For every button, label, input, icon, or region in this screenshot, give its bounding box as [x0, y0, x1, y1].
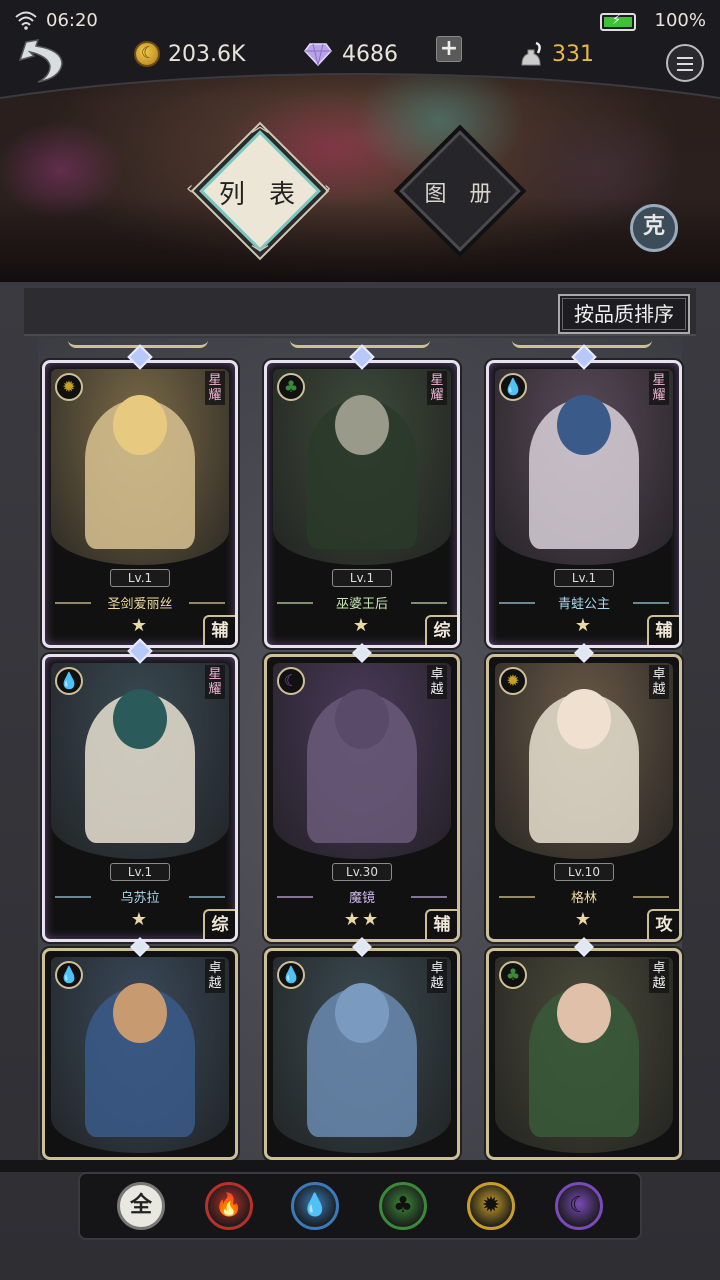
sort-by-quality-button[interactable]: 按品质排序 [558, 294, 690, 334]
hero-portrait [495, 369, 673, 565]
filter-all-button[interactable]: 全 [117, 1182, 165, 1230]
hero-name: 乌苏拉 [53, 887, 227, 907]
diamond-icon [304, 43, 332, 66]
diamond-value: 4686 [342, 41, 398, 67]
chevron-down-icon: ﹀ [251, 244, 269, 265]
hero-role-badge: 辅 [647, 615, 679, 645]
hero-name: 巫婆王后 [275, 593, 449, 613]
rarity-badge: 卓越 [427, 959, 447, 993]
filter-dark-icon[interactable]: ☾ [555, 1182, 603, 1230]
hero-card[interactable]: 💧 卓越 [264, 948, 460, 1160]
ink-counter: 331 [518, 36, 594, 72]
hero-name: 青蛙公主 [497, 593, 671, 613]
hero-name: 魔镜 [275, 887, 449, 907]
hero-card[interactable]: ☾ 卓越 Lv.30 魔镜 ★★ 辅 [264, 654, 460, 942]
filter-fire-icon[interactable]: 🔥 [205, 1182, 253, 1230]
rarity-badge: 卓越 [427, 665, 447, 699]
tab-list-label: 列 表 [218, 180, 304, 210]
chevron-right-icon: › [324, 178, 332, 199]
hero-card[interactable]: ♣ 卓越 [486, 948, 682, 1160]
ink-value: 331 [552, 41, 594, 67]
light-element-icon: ✹ [55, 373, 83, 401]
hero-name: 格林 [497, 887, 671, 907]
light-element-icon: ✹ [499, 667, 527, 695]
rarity-badge: 星耀 [427, 371, 447, 405]
rarity-badge: 卓越 [649, 665, 669, 699]
hero-portrait [51, 369, 229, 565]
gold-value: 203.6K [168, 41, 246, 67]
hero-role-badge: 攻 [647, 909, 679, 939]
hero-portrait [273, 663, 451, 859]
list-bottom-frame [0, 1160, 720, 1172]
chevron-left-icon: ‹ [186, 178, 194, 199]
hero-portrait [273, 957, 451, 1153]
battery-icon: ⚡ [600, 13, 636, 31]
hero-level: Lv.1 [332, 569, 392, 587]
hero-level: Lv.30 [332, 863, 392, 881]
hero-card[interactable]: ♣ 星耀 Lv.1 巫婆王后 ★ 综 [264, 360, 460, 648]
hero-portrait [273, 369, 451, 565]
tab-album-label: 图 册 [424, 182, 500, 207]
hero-role-badge: 综 [425, 615, 457, 645]
gold-counter: 203.6K [134, 36, 245, 72]
hero-role-badge: 辅 [203, 615, 235, 645]
menu-button[interactable] [666, 44, 704, 82]
hero-portrait [51, 663, 229, 859]
hero-role-badge: 辅 [425, 909, 457, 939]
chevron-up-icon: ︿ [251, 116, 269, 137]
water-element-icon: 💧 [55, 961, 83, 989]
clock: 06:20 [46, 10, 98, 31]
hero-card[interactable]: 💧 星耀 Lv.1 乌苏拉 ★ 综 [42, 654, 238, 942]
filter-nature-icon[interactable]: ♣ [379, 1182, 427, 1230]
dark-element-icon: ☾ [277, 667, 305, 695]
hero-name: 圣剑爱丽丝 [53, 593, 227, 613]
gold-coin-icon [134, 41, 160, 67]
back-arrow-icon[interactable] [16, 38, 68, 86]
hero-card[interactable]: 💧 卓越 [42, 948, 238, 1160]
hero-level: Lv.10 [554, 863, 614, 881]
rarity-badge: 星耀 [205, 371, 225, 405]
hero-level: Lv.1 [110, 863, 170, 881]
hero-portrait [495, 663, 673, 859]
rarity-badge: 卓越 [205, 959, 225, 993]
hero-role-badge: 综 [203, 909, 235, 939]
counter-chart-button[interactable]: 克 [630, 204, 678, 252]
hero-card[interactable]: ✹ 星耀 Lv.1 圣剑爱丽丝 ★ 辅 [42, 360, 238, 648]
hero-level: Lv.1 [110, 569, 170, 587]
hero-portrait [51, 957, 229, 1153]
ink-bottle-icon [521, 41, 541, 66]
water-element-icon: 💧 [499, 373, 527, 401]
water-element-icon: 💧 [55, 667, 83, 695]
battery-percent: 100% [654, 10, 706, 31]
status-bar: 06:20 ⚡ 100% [14, 8, 706, 34]
rarity-badge: 星耀 [649, 371, 669, 405]
filter-water-icon[interactable]: 💧 [291, 1182, 339, 1230]
nature-element-icon: ♣ [277, 373, 305, 401]
water-element-icon: 💧 [277, 961, 305, 989]
wifi-icon [15, 11, 37, 30]
diamond-counter: 4686 [304, 36, 398, 72]
filter-light-icon[interactable]: ✹ [467, 1182, 515, 1230]
rarity-badge: 星耀 [205, 665, 225, 699]
nature-element-icon: ♣ [499, 961, 527, 989]
rarity-badge: 卓越 [649, 959, 669, 993]
add-diamond-button[interactable]: + [436, 36, 462, 62]
hero-card[interactable]: ✹ 卓越 Lv.10 格林 ★ 攻 [486, 654, 682, 942]
hero-card[interactable]: 💧 星耀 Lv.1 青蛙公主 ★ 辅 [486, 360, 682, 648]
hero-level: Lv.1 [554, 569, 614, 587]
hero-portrait [495, 957, 673, 1153]
